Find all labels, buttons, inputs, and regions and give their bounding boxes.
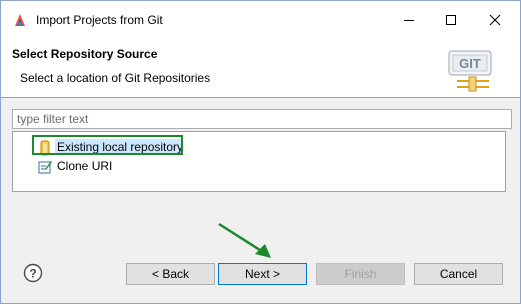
close-button[interactable] bbox=[473, 1, 517, 39]
filter-input[interactable] bbox=[12, 109, 512, 129]
annotation-arrow bbox=[218, 222, 271, 258]
git-banner-icon: GIT bbox=[448, 50, 492, 92]
title-bar[interactable]: Import Projects from Git bbox=[1, 1, 520, 39]
maximize-icon bbox=[446, 15, 456, 25]
annotation-highlight-box bbox=[32, 135, 183, 155]
repository-source-tree[interactable]: Existing local repository Clone URI bbox=[12, 131, 506, 192]
maximize-button[interactable] bbox=[429, 1, 473, 39]
tree-item-label: Clone URI bbox=[57, 159, 113, 173]
finish-button[interactable]: Finish bbox=[316, 263, 405, 285]
clone-uri-icon bbox=[38, 161, 52, 174]
next-button[interactable]: Next > bbox=[218, 263, 307, 285]
back-button[interactable]: < Back bbox=[126, 263, 215, 285]
minimize-button[interactable] bbox=[387, 1, 431, 39]
svg-text:?: ? bbox=[29, 267, 36, 281]
window-title: Import Projects from Git bbox=[36, 13, 163, 27]
page-title: Select Repository Source bbox=[12, 47, 158, 61]
wizard-header: Select Repository Source Select a locati… bbox=[1, 39, 520, 98]
help-icon[interactable]: ? bbox=[23, 263, 43, 283]
cancel-button[interactable]: Cancel bbox=[414, 263, 503, 285]
close-icon bbox=[489, 14, 501, 26]
minimize-icon bbox=[404, 20, 414, 21]
page-description: Select a location of Git Repositories bbox=[20, 71, 211, 85]
eclipse-git-icon bbox=[15, 14, 25, 26]
import-git-dialog: Import Projects from Git Select Reposito… bbox=[0, 0, 521, 304]
tree-item-existing-local-repository[interactable]: Existing local repository bbox=[32, 135, 186, 157]
tree-item-clone-uri[interactable]: Clone URI bbox=[35, 158, 155, 176]
git-banner-text: GIT bbox=[459, 56, 481, 71]
